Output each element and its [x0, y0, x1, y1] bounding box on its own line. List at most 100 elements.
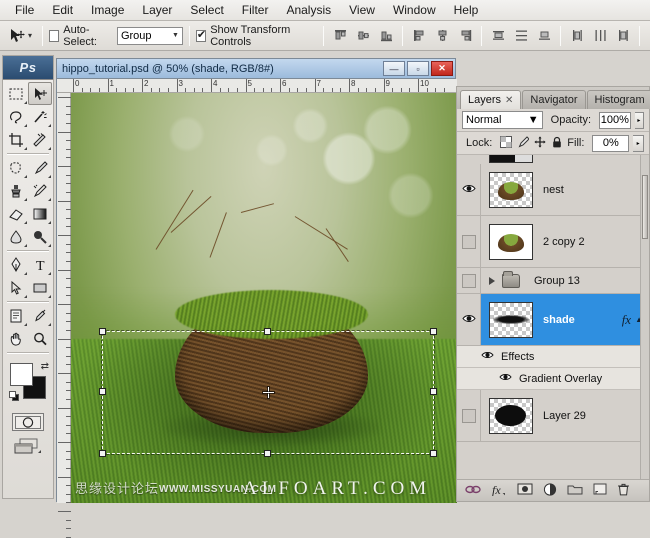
fill-slider-arrow-icon[interactable]: ▸ [633, 135, 644, 152]
clone-stamp-tool-icon[interactable] [4, 179, 28, 202]
distribute-bottom-edges-icon[interactable] [534, 26, 554, 46]
tab-layers[interactable]: Layers ✕ [460, 90, 521, 109]
marquee-tool-icon[interactable] [4, 82, 28, 105]
transform-handle-bc[interactable] [264, 450, 271, 457]
layer-name-group-13[interactable]: Group 13 [534, 275, 649, 287]
eraser-tool-icon[interactable] [4, 202, 28, 225]
fill-input[interactable]: 0% [592, 135, 629, 152]
layer-thumbnail-nest[interactable] [489, 172, 533, 208]
align-vertical-centers-icon[interactable] [353, 26, 373, 46]
menu-view[interactable]: View [340, 1, 384, 19]
crop-tool-icon[interactable] [4, 128, 28, 151]
new-layer-icon[interactable] [593, 483, 607, 498]
link-layers-icon[interactable] [465, 484, 481, 498]
distribute-horizontal-centers-icon[interactable] [590, 26, 610, 46]
chevron-right-icon[interactable] [489, 277, 495, 285]
tab-navigator[interactable]: Navigator [522, 90, 585, 109]
shape-tool-icon[interactable] [28, 276, 52, 299]
maximize-button[interactable]: ▫ [407, 61, 429, 76]
layer-row-group-13[interactable]: Group 13 [457, 268, 649, 294]
distribute-left-edges-icon[interactable] [567, 26, 587, 46]
quick-mask-toggle-icon[interactable] [12, 413, 44, 431]
image-canvas[interactable]: 思缘设计论坛 WWW.MISSYUAN.COM ALFOART.COM [71, 93, 457, 503]
show-transform-controls-checkbox[interactable] [196, 30, 206, 42]
menu-select[interactable]: Select [181, 1, 232, 19]
gradient-tool-icon[interactable] [28, 202, 52, 225]
lock-all-icon[interactable] [551, 136, 563, 151]
layer-style-fx-icon[interactable]: fx [622, 312, 631, 328]
align-horizontal-centers-icon[interactable] [432, 26, 452, 46]
patch-tool-icon[interactable] [4, 156, 28, 179]
opacity-slider-arrow-icon[interactable]: ▸ [635, 112, 644, 129]
history-brush-tool-icon[interactable] [28, 179, 52, 202]
scrollbar-thumb[interactable] [642, 175, 648, 239]
eye-icon-off[interactable] [462, 409, 476, 423]
distribute-right-edges-icon[interactable] [613, 26, 633, 46]
layer-row-shade[interactable]: shade fx ▲ [457, 294, 649, 346]
layer-thumbnail-2-copy-2[interactable] [489, 224, 533, 260]
add-layer-style-icon[interactable]: fx [491, 483, 507, 499]
eye-icon-off[interactable] [462, 235, 476, 249]
transform-handle-tl[interactable] [99, 328, 106, 335]
lock-position-icon[interactable] [534, 136, 546, 151]
hand-tool-icon[interactable] [4, 327, 28, 350]
swap-colors-icon[interactable]: ⇄ [41, 361, 49, 372]
transform-handle-br[interactable] [430, 450, 437, 457]
effect-gradient-overlay-row[interactable]: Gradient Overlay [457, 368, 649, 390]
default-colors-icon[interactable] [9, 391, 20, 402]
new-group-icon[interactable] [567, 483, 583, 498]
brush-tool-icon[interactable] [28, 156, 52, 179]
transform-handle-bl[interactable] [99, 450, 106, 457]
menu-layer[interactable]: Layer [133, 1, 181, 19]
auto-select-scope-dropdown[interactable]: Group ▼ [117, 27, 183, 45]
document-title-bar[interactable]: hippo_tutorial.psd @ 50% (shade, RGB/8#)… [57, 59, 455, 79]
effects-row[interactable]: Effects [457, 346, 649, 368]
visibility-toggle-group-13[interactable] [457, 268, 481, 293]
visibility-toggle-2-copy-2[interactable] [457, 216, 481, 267]
slice-tool-icon[interactable] [28, 128, 52, 151]
tab-histogram[interactable]: Histogram [587, 90, 650, 109]
layer-row-nest[interactable]: nest [457, 164, 649, 216]
menu-help[interactable]: Help [445, 1, 488, 19]
layer-row-2-copy-2[interactable]: 2 copy 2 [457, 216, 649, 268]
transform-handle-tr[interactable] [430, 328, 437, 335]
layer-name-shade[interactable]: shade [543, 314, 622, 326]
visibility-toggle-shade[interactable] [457, 294, 481, 345]
layer-thumbnail-layer-29[interactable] [489, 398, 533, 434]
menu-window[interactable]: Window [384, 1, 445, 19]
transform-handle-ml[interactable] [99, 388, 106, 395]
eye-icon[interactable] [481, 350, 494, 363]
blend-mode-dropdown[interactable]: Normal ▼ [462, 111, 543, 129]
add-layer-mask-icon[interactable] [517, 483, 533, 498]
menu-edit[interactable]: Edit [43, 1, 82, 19]
menu-analysis[interactable]: Analysis [277, 1, 340, 19]
transform-selection-marquee[interactable] [102, 331, 434, 454]
lasso-tool-icon[interactable] [4, 105, 28, 128]
lock-transparency-icon[interactable] [500, 136, 512, 151]
opacity-input[interactable]: 100% [599, 112, 631, 129]
transform-handle-mr[interactable] [430, 388, 437, 395]
tool-preset-picker[interactable]: ▾ [4, 27, 36, 45]
delete-layer-icon[interactable] [617, 483, 630, 499]
visibility-toggle-layer-29[interactable] [457, 390, 481, 441]
horizontal-ruler[interactable]: 012345678910 [57, 79, 457, 93]
layer-list[interactable]: nest 2 copy 2 Group 13 [457, 155, 649, 479]
close-icon[interactable]: ✕ [505, 95, 513, 106]
transform-reference-point[interactable] [263, 387, 274, 398]
move-tool-icon-palette[interactable] [28, 82, 52, 105]
blur-tool-icon[interactable] [4, 225, 28, 248]
eye-icon[interactable] [462, 183, 476, 197]
eyedropper-tool-icon[interactable] [28, 304, 52, 327]
distribute-vertical-centers-icon[interactable] [511, 26, 531, 46]
auto-select-checkbox[interactable] [49, 30, 59, 42]
layer-thumbnail-shade[interactable] [489, 302, 533, 338]
visibility-toggle-nest[interactable] [457, 164, 481, 215]
tool-preset-arrow-icon[interactable]: ▾ [28, 31, 32, 40]
eye-icon-off[interactable] [462, 274, 476, 288]
align-right-edges-icon[interactable] [455, 26, 475, 46]
layer-list-scrollbar[interactable] [640, 155, 649, 479]
new-adjustment-layer-icon[interactable] [543, 483, 557, 499]
lock-image-pixels-icon[interactable] [517, 136, 529, 151]
pen-tool-icon[interactable] [4, 253, 28, 276]
menu-image[interactable]: Image [82, 1, 133, 19]
